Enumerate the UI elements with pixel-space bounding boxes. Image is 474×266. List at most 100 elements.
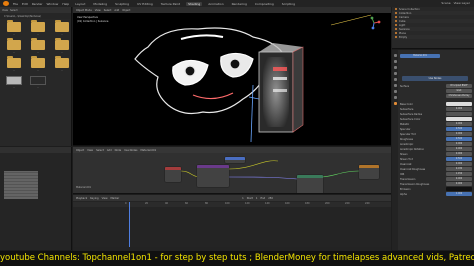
folder-item[interactable]: .. [3,20,25,36]
tab-modeling[interactable]: Modeling [91,2,109,6]
prop-value[interactable]: 0.500 [446,137,472,141]
scene-label[interactable]: Scene [441,1,450,5]
folder-item[interactable]: .. [3,38,25,54]
view-layer-label[interactable]: View Layer [454,1,470,5]
material-slot-field[interactable]: Material.001 [400,54,440,58]
modifier-tab-icon[interactable] [393,84,397,87]
timeline-panel[interactable]: Playback Keying View Marker 1 Start 1 En… [73,195,391,250]
prop-value[interactable]: 0.000 [446,152,472,156]
prop-value[interactable] [446,112,472,116]
current-frame-field[interactable]: 1 [242,197,244,200]
prop-value[interactable]: 1.450 [446,172,472,176]
principled-bsdf-node[interactable] [297,175,323,193]
light-icon [395,24,397,26]
tl-menu-playback[interactable]: Playback [76,197,87,200]
tab-uv-editing[interactable]: UV Editing [135,2,155,6]
mode-dropdown[interactable]: Object Mode [76,9,92,12]
prop-value[interactable]: Principled BSDF [446,84,472,88]
vp-menu-object[interactable]: Object [122,9,130,12]
playhead[interactable] [129,202,130,250]
use-nodes-button[interactable]: Use Nodes [402,76,468,81]
prop-value[interactable]: Christensen-Burley [446,94,472,98]
menu-window[interactable]: Window [47,2,59,6]
fb-menu-view[interactable]: View [2,9,8,12]
prop-value[interactable]: GGX [446,89,472,93]
texture-preview-image[interactable] [4,171,38,199]
prop-value[interactable]: 0.000 [446,177,472,181]
mapping-node[interactable] [197,165,229,187]
tab-layout[interactable]: Layout [73,2,87,6]
shader-node-editor[interactable]: Object View Select Add Node Use Nodes Ma… [73,147,391,194]
tab-sculpting[interactable]: Sculpting [113,2,131,6]
prop-value[interactable]: 0.000 [446,132,472,136]
tab-rendering[interactable]: Rendering [230,2,249,6]
menu-edit[interactable]: Edit [22,2,28,6]
prop-value[interactable]: 0.000 [446,142,472,146]
blender-logo-icon[interactable] [3,1,9,6]
folder-item[interactable]: .. [27,20,49,36]
output-tab-icon[interactable] [393,60,397,63]
prop-row: IOR 1.450 [400,172,472,176]
image-texture-node[interactable] [165,167,181,182]
outliner-row[interactable]: Empty [392,35,474,39]
prop-value[interactable]: 0.000 [446,147,472,151]
prop-value[interactable] [446,187,472,191]
tab-animation[interactable]: Animation [206,2,225,6]
object-tab-icon[interactable] [393,78,397,81]
prop-value[interactable]: 0.000 [446,182,472,186]
image-file-item[interactable]: .. [27,76,49,89]
tl-menu-keying[interactable]: Keying [90,197,98,200]
data-tab-icon[interactable] [393,96,397,99]
tab-compositing[interactable]: Compositing [253,2,276,6]
render-tab-icon[interactable] [393,54,397,57]
menu-render[interactable]: Render [32,2,43,6]
folder-item[interactable]: .. [3,56,25,72]
prop-value[interactable]: 1.000 [446,192,472,196]
menu-help[interactable]: Help [62,2,69,6]
texture-coordinate-node[interactable] [225,157,245,163]
prop-row: Christensen-Burley [400,94,472,98]
material-output-node[interactable] [359,165,379,179]
navigation-gizmo-icon[interactable] [367,16,381,30]
prop-value[interactable]: 0.000 [446,162,472,166]
tl-menu-view[interactable]: View [102,197,108,200]
folder-item[interactable]: .. [27,56,49,72]
folder-item[interactable]: .. [51,38,73,54]
start-frame-field[interactable]: 1 [256,197,258,200]
tab-shading[interactable]: Shading [186,1,203,6]
prop-value[interactable]: 0.500 [446,157,472,161]
timeline-ruler[interactable]: 0 20 40 60 80 100 120 140 160 180 200 22… [73,202,391,207]
constraint-tab-icon[interactable] [393,90,397,93]
prop-value[interactable]: 0.000 [446,107,472,111]
prop-value[interactable]: 0.000 [446,122,472,126]
viewport-render [134,14,372,143]
file-grid: .. .. .. .. .. .. .. .. .. .. .. [0,19,71,92]
outliner-label: Scene Collection [399,7,420,11]
prop-value[interactable] [446,117,472,121]
folder-item[interactable]: .. [51,56,73,72]
prop-value[interactable] [446,102,472,106]
vp-menu-add[interactable]: Add [114,9,119,12]
3d-viewport[interactable]: Object Mode View Select Add Object User … [73,7,391,146]
world-tab-icon[interactable] [393,72,397,75]
folder-label: .. [13,69,15,72]
folder-item[interactable]: .. [51,20,73,36]
folder-item[interactable]: .. [27,38,49,54]
prop-value[interactable]: 0.500 [446,127,472,131]
vp-menu-view[interactable]: View [95,9,101,12]
tab-texture-paint[interactable]: Texture Paint [159,2,182,6]
tab-scripting[interactable]: Scripting [280,2,297,6]
image-file-item[interactable]: .. [3,76,25,89]
prop-label: Transmission [400,177,416,181]
folder-label: .. [61,69,63,72]
menu-file[interactable]: File [13,2,18,6]
tl-menu-marker[interactable]: Marker [111,197,120,200]
vp-menu-select[interactable]: Select [104,9,112,12]
prop-value[interactable]: 0.030 [446,167,472,171]
end-frame-field[interactable]: 250 [268,197,273,200]
prop-label: Transmission Roughness [400,182,430,186]
material-tab-icon[interactable] [393,102,397,105]
scene-tab-icon[interactable] [393,66,397,69]
tick-label: 80 [205,202,209,205]
fb-menu-select[interactable]: Select [10,9,18,12]
